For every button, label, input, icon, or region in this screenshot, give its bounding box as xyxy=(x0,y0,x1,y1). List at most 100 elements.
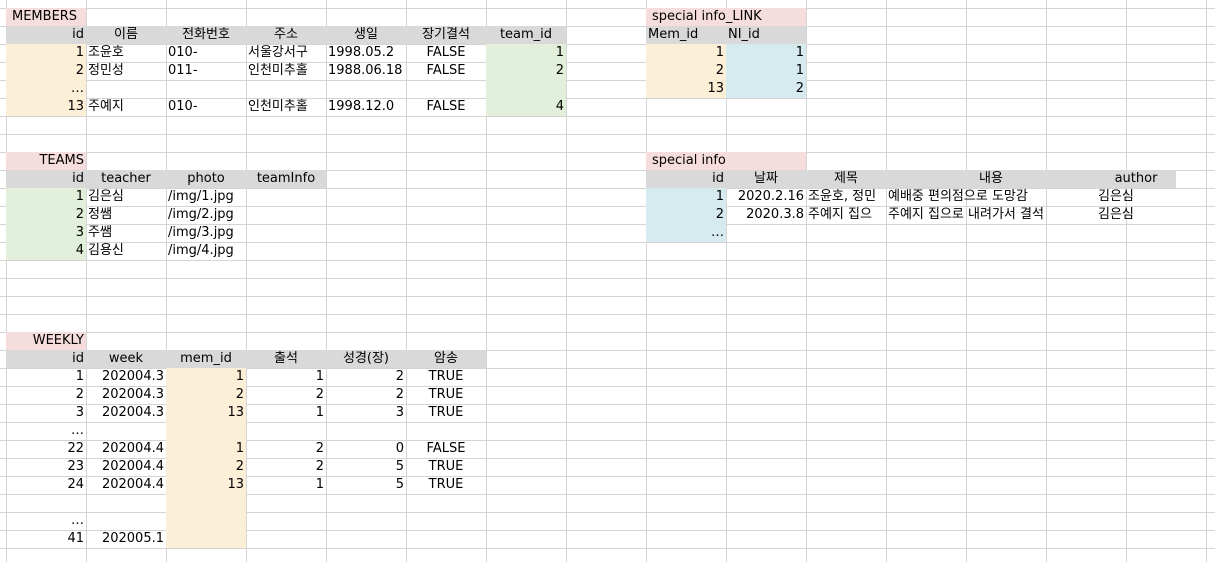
weekly-cell[interactable]: 2 xyxy=(166,386,246,404)
members-cell[interactable] xyxy=(86,80,166,98)
special-info-cell[interactable]: 2 xyxy=(646,206,726,224)
weekly-cell[interactable]: 2 xyxy=(166,458,246,476)
members-header-4[interactable]: 생일 xyxy=(326,26,406,44)
spreadsheet-grid[interactable]: MEMBERS id 이름 전화번호 주소 생일 장기결석 team_id 1 조윤호 010- 서울… xyxy=(0,0,1215,562)
weekly-cell[interactable]: 24 xyxy=(6,476,86,494)
weekly-cell[interactable]: 2 xyxy=(246,458,326,476)
weekly-cell[interactable]: 5 xyxy=(326,476,406,494)
teams-header-1[interactable]: teacher xyxy=(86,170,166,188)
weekly-cell[interactable]: 2 xyxy=(326,368,406,386)
members-cell[interactable]: 011- xyxy=(166,62,246,80)
members-header-0[interactable]: id xyxy=(6,26,86,44)
teams-cell[interactable]: /img/2.jpg xyxy=(166,206,246,224)
special-link-cell[interactable]: 1 xyxy=(726,44,806,62)
weekly-cell[interactable]: 13 xyxy=(166,404,246,422)
weekly-cell[interactable] xyxy=(246,530,326,548)
teams-cell[interactable] xyxy=(246,206,326,224)
special-info-cell[interactable] xyxy=(726,224,806,242)
weekly-header-1[interactable]: week xyxy=(86,350,166,368)
members-cell[interactable]: 2 xyxy=(6,62,86,80)
weekly-cell[interactable]: TRUE xyxy=(406,458,486,476)
teams-cell[interactable]: 김은심 xyxy=(86,188,166,206)
members-cell[interactable]: 1998.12.0 xyxy=(326,98,406,116)
weekly-cell[interactable]: 0 xyxy=(326,440,406,458)
teams-cell[interactable]: 3 xyxy=(6,224,86,242)
members-cell[interactable]: 1 xyxy=(6,44,86,62)
weekly-header-2[interactable]: mem_id xyxy=(166,350,246,368)
weekly-cell[interactable]: FALSE xyxy=(406,440,486,458)
weekly-header-4[interactable]: 성경(장) xyxy=(326,350,406,368)
members-cell[interactable]: 2 xyxy=(486,62,566,80)
weekly-cell[interactable]: 202004.3 xyxy=(86,368,166,386)
special-link-title[interactable]: special info_LINK xyxy=(646,8,806,26)
special-link-cell[interactable]: 2 xyxy=(726,80,806,98)
members-cell[interactable]: 1998.05.2 xyxy=(326,44,406,62)
weekly-cell[interactable] xyxy=(166,494,246,512)
weekly-cell[interactable]: 41 xyxy=(6,530,86,548)
weekly-cell[interactable] xyxy=(246,494,326,512)
weekly-cell[interactable] xyxy=(406,494,486,512)
weekly-cell[interactable]: TRUE xyxy=(406,404,486,422)
teams-cell[interactable] xyxy=(246,224,326,242)
members-cell[interactable]: 010- xyxy=(166,44,246,62)
weekly-cell[interactable] xyxy=(166,530,246,548)
weekly-header-3[interactable]: 출석 xyxy=(246,350,326,368)
weekly-cell[interactable]: 1 xyxy=(246,404,326,422)
teams-cell[interactable]: 2 xyxy=(6,206,86,224)
weekly-cell[interactable]: 202004.3 xyxy=(86,386,166,404)
teams-cell[interactable]: 김용신 xyxy=(86,242,166,260)
members-header-6[interactable]: team_id xyxy=(486,26,566,44)
special-info-cell[interactable]: 1 xyxy=(646,188,726,206)
weekly-cell[interactable]: 22 xyxy=(6,440,86,458)
teams-cell[interactable]: /img/4.jpg xyxy=(166,242,246,260)
teams-cell[interactable] xyxy=(246,242,326,260)
weekly-cell[interactable]: 3 xyxy=(326,404,406,422)
special-info-cell[interactable] xyxy=(806,224,886,242)
weekly-cell[interactable]: 2 xyxy=(6,386,86,404)
weekly-cell[interactable]: 202005.1 xyxy=(86,530,166,548)
members-cell[interactable] xyxy=(166,80,246,98)
weekly-cell[interactable]: … xyxy=(6,422,86,440)
special-info-cell[interactable]: … xyxy=(646,224,726,242)
weekly-cell[interactable]: 2 xyxy=(246,386,326,404)
weekly-cell[interactable]: 13 xyxy=(166,476,246,494)
members-cell[interactable] xyxy=(326,80,406,98)
weekly-cell[interactable] xyxy=(406,422,486,440)
teams-cell[interactable]: /img/3.jpg xyxy=(166,224,246,242)
special-info-cell[interactable]: 조윤호, 정민 xyxy=(806,188,886,206)
special-info-cell[interactable]: 주예지 집으 xyxy=(806,206,886,224)
weekly-cell[interactable] xyxy=(86,422,166,440)
members-title[interactable]: MEMBERS xyxy=(6,8,86,26)
members-cell[interactable]: FALSE xyxy=(406,98,486,116)
special-info-cell[interactable]: 김은심 xyxy=(1096,188,1176,206)
weekly-header-0[interactable]: id xyxy=(6,350,86,368)
special-link-header-0[interactable]: Mem_id xyxy=(646,26,726,44)
special-info-cell[interactable]: 예배중 편의점으로 도망감 xyxy=(886,188,1096,206)
teams-cell[interactable]: 주쌤 xyxy=(86,224,166,242)
members-header-5[interactable]: 장기결석 xyxy=(406,26,486,44)
members-cell[interactable] xyxy=(406,80,486,98)
special-info-cell[interactable] xyxy=(886,224,1096,242)
special-info-header-4[interactable]: author xyxy=(1096,170,1176,188)
weekly-cell[interactable] xyxy=(166,512,246,530)
weekly-cell[interactable]: 2 xyxy=(326,386,406,404)
weekly-cell[interactable] xyxy=(166,422,246,440)
weekly-cell[interactable] xyxy=(406,512,486,530)
members-cell[interactable]: 인천미추홀 xyxy=(246,62,326,80)
weekly-cell[interactable] xyxy=(86,512,166,530)
members-cell[interactable]: 4 xyxy=(486,98,566,116)
members-cell[interactable] xyxy=(486,80,566,98)
special-info-header-3[interactable]: 내용 xyxy=(886,170,1096,188)
teams-cell[interactable]: /img/1.jpg xyxy=(166,188,246,206)
members-cell[interactable]: 정민성 xyxy=(86,62,166,80)
teams-cell[interactable] xyxy=(246,188,326,206)
teams-cell[interactable]: 4 xyxy=(6,242,86,260)
weekly-cell[interactable] xyxy=(246,422,326,440)
special-link-cell[interactable]: 1 xyxy=(646,44,726,62)
weekly-cell[interactable]: 1 xyxy=(166,440,246,458)
weekly-cell[interactable]: 202004.3 xyxy=(86,404,166,422)
weekly-cell[interactable]: 202004.4 xyxy=(86,458,166,476)
teams-cell[interactable]: 1 xyxy=(6,188,86,206)
special-info-header-2[interactable]: 제목 xyxy=(806,170,886,188)
teams-cell[interactable]: 정쌤 xyxy=(86,206,166,224)
